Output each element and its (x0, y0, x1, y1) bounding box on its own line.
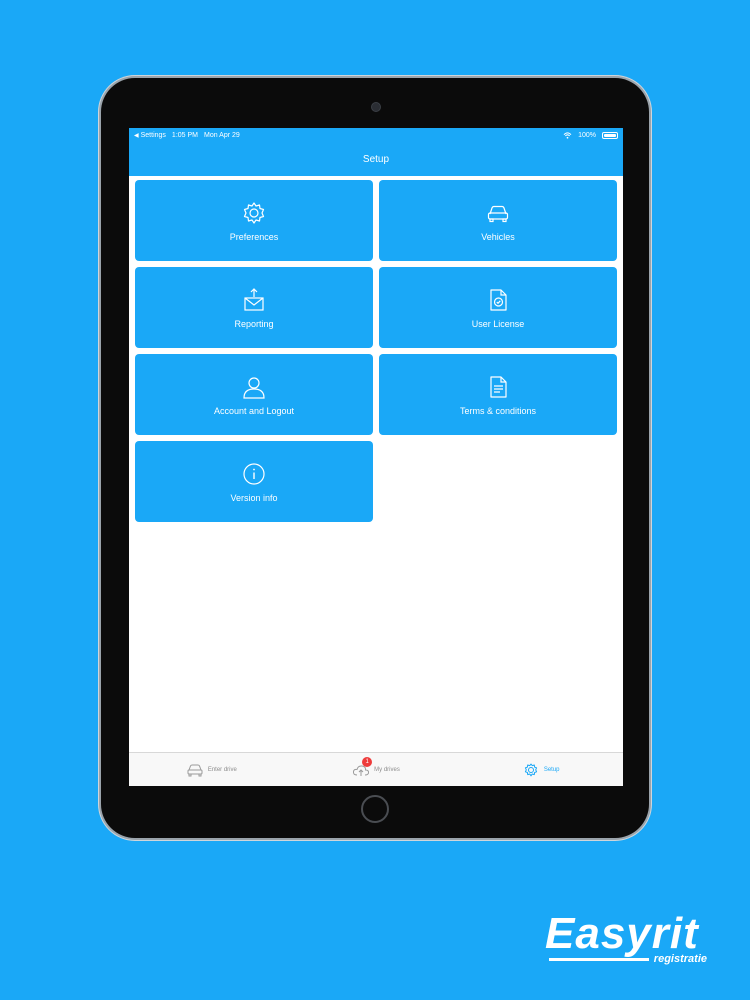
preferences-tile[interactable]: Preferences (135, 180, 373, 261)
my-drives-badge: 1 (362, 756, 373, 767)
tab-bar: Enter drive 1 My drives Setup (129, 752, 623, 786)
screen: ◀ Settings 1:05 PM Mon Apr 29 100% Setup (129, 128, 623, 786)
easyrit-logo: Easyrit registratie (545, 912, 715, 972)
gear-icon (524, 763, 537, 776)
back-label: Settings (140, 131, 166, 139)
tab-my-drives[interactable]: 1 My drives (294, 756, 459, 777)
logo-subtitle: registratie (653, 953, 707, 965)
vehicles-label: Vehicles (481, 231, 515, 242)
status-bar: ◀ Settings 1:05 PM Mon Apr 29 100% (129, 128, 623, 142)
license-icon (490, 288, 507, 311)
reporting-tile[interactable]: Reporting (135, 267, 373, 348)
tab-enter-drive-label: Enter drive (207, 766, 237, 773)
car-icon (487, 205, 509, 222)
logo-underline (549, 958, 649, 961)
user-icon (243, 376, 265, 399)
user-license-tile[interactable]: User License (379, 267, 617, 348)
home-button[interactable] (361, 795, 389, 823)
wifi-icon (563, 131, 572, 139)
reporting-label: Reporting (234, 318, 274, 329)
terms-label: Terms & conditions (459, 405, 537, 416)
vehicles-tile[interactable]: Vehicles (379, 180, 617, 261)
nav-bar: Setup (129, 142, 623, 176)
tab-enter-drive[interactable]: Enter drive (129, 763, 294, 777)
gear-icon (243, 201, 265, 224)
tab-setup-label: Setup (543, 766, 560, 773)
mail-upload-icon (244, 287, 264, 311)
preferences-label: Preferences (229, 231, 279, 242)
back-arrow-icon: ◀ (134, 132, 139, 139)
status-date: Mon Apr 29 (204, 131, 240, 139)
setup-grid: Preferences Vehicles Reporting User Lice… (135, 180, 618, 522)
version-info-label: Version info (230, 492, 278, 503)
camera (371, 102, 381, 112)
ipad-frame: ◀ Settings 1:05 PM Mon Apr 29 100% Setup (101, 78, 649, 838)
tab-setup[interactable]: Setup (458, 763, 623, 777)
tab-my-drives-label: My drives (374, 766, 400, 773)
battery-icon (602, 131, 618, 139)
logo-wordmark: Easyrit (545, 909, 699, 958)
user-license-label: User License (471, 318, 525, 329)
car-icon (187, 764, 203, 776)
my-drives-icon-wrap: 1 (352, 756, 373, 777)
account-logout-tile[interactable]: Account and Logout (135, 354, 373, 435)
status-time: 1:05 PM (171, 131, 198, 139)
info-icon (243, 462, 265, 485)
page-title: Setup (362, 153, 390, 165)
version-info-tile[interactable]: Version info (135, 441, 373, 522)
account-logout-label: Account and Logout (213, 405, 295, 416)
back-to-settings[interactable]: ◀ Settings (134, 132, 166, 139)
battery-percent: 100% (578, 131, 596, 139)
document-icon (490, 375, 507, 398)
terms-tile[interactable]: Terms & conditions (379, 354, 617, 435)
